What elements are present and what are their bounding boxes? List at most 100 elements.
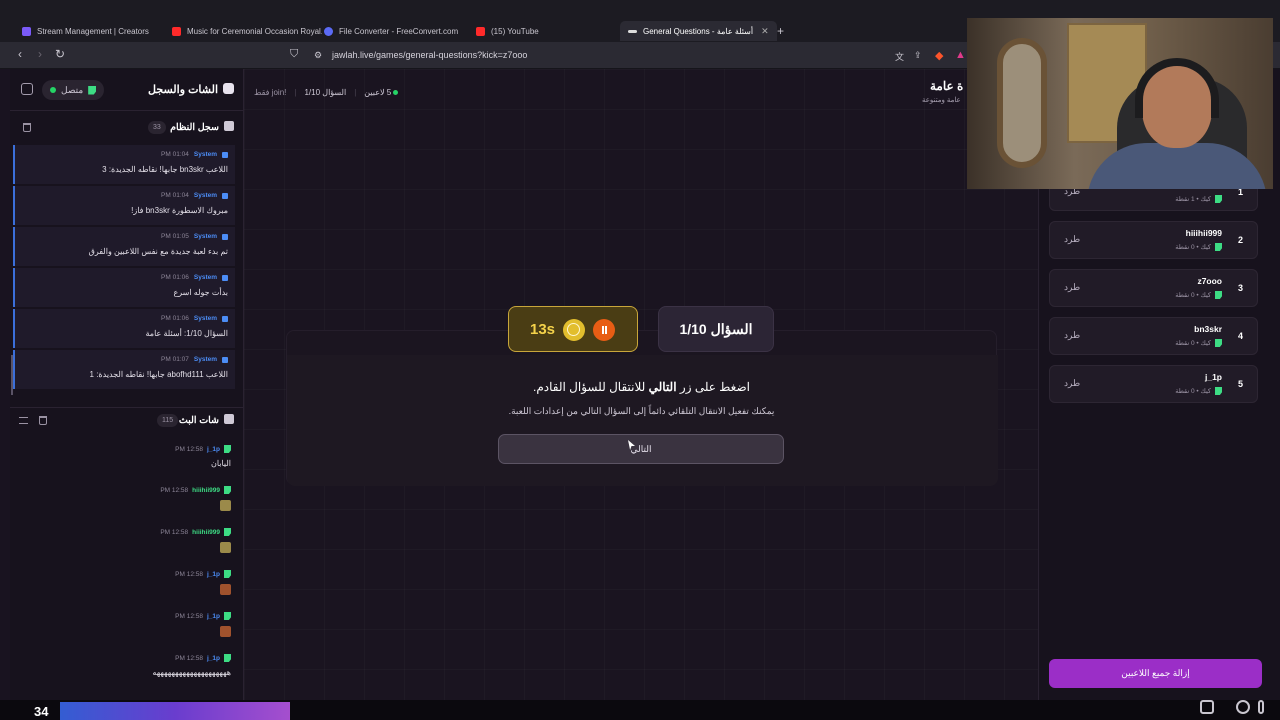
- reload-icon[interactable]: ↻: [55, 47, 65, 61]
- timer-value: 13s: [530, 321, 556, 338]
- message-text: اللاعب bn3skr جابها! نقاطه الجديدة: 3: [102, 165, 228, 174]
- chat-bubble-icon: [224, 414, 234, 424]
- chat-username[interactable]: j_1p: [207, 571, 220, 578]
- pause-button[interactable]: [593, 319, 615, 341]
- kick-icon: [224, 570, 231, 578]
- player-rank: 2: [1237, 235, 1243, 245]
- player-row: 2 hiiihii999 كيك • 0 نقطة طرد: [1049, 221, 1258, 259]
- player-meta: كيك • 0 نقطة: [1175, 339, 1222, 347]
- system-icon: [222, 151, 228, 158]
- remove-all-players-button[interactable]: إزالة جميع اللاعبين: [1049, 659, 1262, 688]
- back-icon[interactable]: ‹: [18, 47, 22, 61]
- next-button[interactable]: التالي: [498, 434, 784, 464]
- message-meta: PM 01:07 System: [161, 356, 228, 363]
- forward-icon[interactable]: ›: [38, 47, 42, 61]
- tab-general-questions[interactable]: General Questions - أسئلة عامة ✕: [620, 21, 777, 41]
- system-icon: [222, 192, 228, 199]
- player-name: j_1p: [1204, 372, 1222, 382]
- chat-username[interactable]: j_1p: [207, 655, 220, 662]
- message-meta: PM 12:58 j_1p: [175, 445, 231, 453]
- youtube-icon: [172, 26, 181, 36]
- chat-message: PM 12:58 hiiihii999: [21, 528, 231, 564]
- message-text: ههههههههههههههههههههه: [152, 668, 231, 677]
- trash-icon[interactable]: [39, 416, 47, 425]
- player-rank: 3: [1237, 283, 1243, 293]
- question-badge: السؤال 1/10: [658, 306, 774, 352]
- chat-message: PM 12:58 j_1p: [21, 612, 231, 648]
- kick-player-button[interactable]: طرد: [1064, 330, 1080, 341]
- kick-icon: [1215, 387, 1222, 395]
- system-log-header: 33 سجل النظام: [10, 115, 244, 141]
- kick-icon: [224, 654, 231, 662]
- clock-icon: [563, 319, 585, 341]
- tab-youtube[interactable]: (15) YouTube: [476, 21, 539, 41]
- tab-favicon-icon: [22, 26, 31, 36]
- player-row: 5 j_1p كيك • 0 نقطة طرد: [1049, 365, 1258, 403]
- new-tab-button[interactable]: +: [777, 21, 784, 41]
- player-meta: كيك • 0 نقطة: [1175, 243, 1222, 251]
- game-status-bar: 5 لاعبين | السؤال 1/10 | !join فقط: [254, 88, 399, 97]
- system-log-item: PM 01:06 System بدأت جوله اسرع: [13, 268, 235, 307]
- scrollbar[interactable]: [11, 355, 13, 395]
- message-meta: PM 01:04 System: [161, 192, 228, 199]
- youtube-icon: [476, 26, 485, 36]
- share-icon[interactable]: ⇪: [914, 50, 922, 61]
- question-progress: السؤال 1/10: [304, 88, 347, 97]
- chat-username[interactable]: hiiihii999: [192, 529, 220, 536]
- system-icon: [222, 315, 228, 322]
- stream-chat-list: PM 12:58 j_1p اليابان PM 12:58 hiiihii999 PM …: [10, 440, 244, 700]
- system-log-count: 33: [148, 121, 166, 134]
- kick-icon: [1215, 339, 1222, 347]
- panel-header: متصل الشات والسجل: [10, 69, 244, 111]
- close-tab-icon[interactable]: ✕: [761, 26, 769, 37]
- filter-icon[interactable]: [19, 417, 28, 424]
- chat-username[interactable]: j_1p: [207, 446, 220, 453]
- message-meta: PM 01:04 System: [161, 151, 228, 158]
- join-hint: !join فقط: [254, 88, 287, 97]
- message-meta: PM 12:58 j_1p: [175, 654, 231, 662]
- system-icon: [222, 274, 228, 281]
- url-field[interactable]: jawlah.live/games/general-questions?kick…: [332, 50, 527, 60]
- chat-username[interactable]: j_1p: [207, 613, 220, 620]
- kick-player-button[interactable]: طرد: [1064, 234, 1080, 245]
- emote-icon: [220, 500, 231, 511]
- user-icon[interactable]: [1236, 700, 1250, 714]
- emote-icon: [220, 626, 231, 637]
- translate-icon[interactable]: 文: [895, 50, 904, 63]
- trash-icon[interactable]: [23, 123, 31, 132]
- divider: |: [354, 88, 357, 97]
- chat-username[interactable]: hiiihii999: [192, 487, 220, 494]
- kick-icon: [224, 445, 231, 453]
- kick-player-button[interactable]: طرد: [1064, 282, 1080, 293]
- tab-stream-management[interactable]: Stream Management | Creators: [22, 21, 149, 41]
- microphone-icon[interactable]: [1258, 700, 1264, 714]
- chat-toggle-icon[interactable]: [1200, 700, 1214, 714]
- online-dot-icon: [393, 90, 399, 95]
- kick-icon: [1215, 195, 1222, 203]
- message-text: تم بدء لعبة جديدة مع نفس اللاعبين والفرق: [88, 247, 228, 256]
- next-instruction: اضغط على زر التالي للانتقال للسؤال القاد…: [532, 380, 750, 394]
- brave-rewards-icon[interactable]: ▲: [955, 49, 966, 61]
- chat-message: PM 12:58 hiiihii999: [21, 486, 231, 522]
- jawlah-icon: [628, 29, 637, 33]
- message-meta: PM 12:58 j_1p: [175, 570, 231, 578]
- game-subtitle: عامة ومتنوعة: [922, 97, 961, 104]
- message-text: السؤال 1/10: أسئلة عامة: [145, 329, 229, 338]
- tab-file-converter[interactable]: File Converter - FreeConvert.com: [324, 21, 458, 41]
- system-log-item: PM 01:04 System اللاعب bn3skr جابها! نقاطه…: [13, 145, 235, 184]
- stream-chat-header: 115 شات البث: [10, 407, 244, 433]
- stream-chat-count: 115: [157, 414, 179, 427]
- message-meta: PM 01:06 System: [161, 315, 228, 322]
- message-meta: PM 01:06 System: [161, 274, 228, 281]
- system-icon: [222, 356, 228, 363]
- player-name: hiiihii999: [1185, 228, 1222, 238]
- system-log-list: PM 01:04 System اللاعب bn3skr جابها! نقاطه…: [13, 145, 235, 395]
- players-count: 5 لاعبين: [364, 88, 399, 97]
- collapse-panel-icon[interactable]: [21, 83, 33, 95]
- tab-music[interactable]: Music for Ceremonial Occasion Royal...: [172, 21, 322, 41]
- brave-shield-icon[interactable]: ◆: [935, 49, 943, 62]
- card-body: [287, 355, 998, 486]
- kick-player-button[interactable]: طرد: [1064, 378, 1080, 389]
- site-info-icon[interactable]: ⚙: [314, 50, 322, 61]
- bookmark-icon[interactable]: ⛉: [290, 48, 298, 61]
